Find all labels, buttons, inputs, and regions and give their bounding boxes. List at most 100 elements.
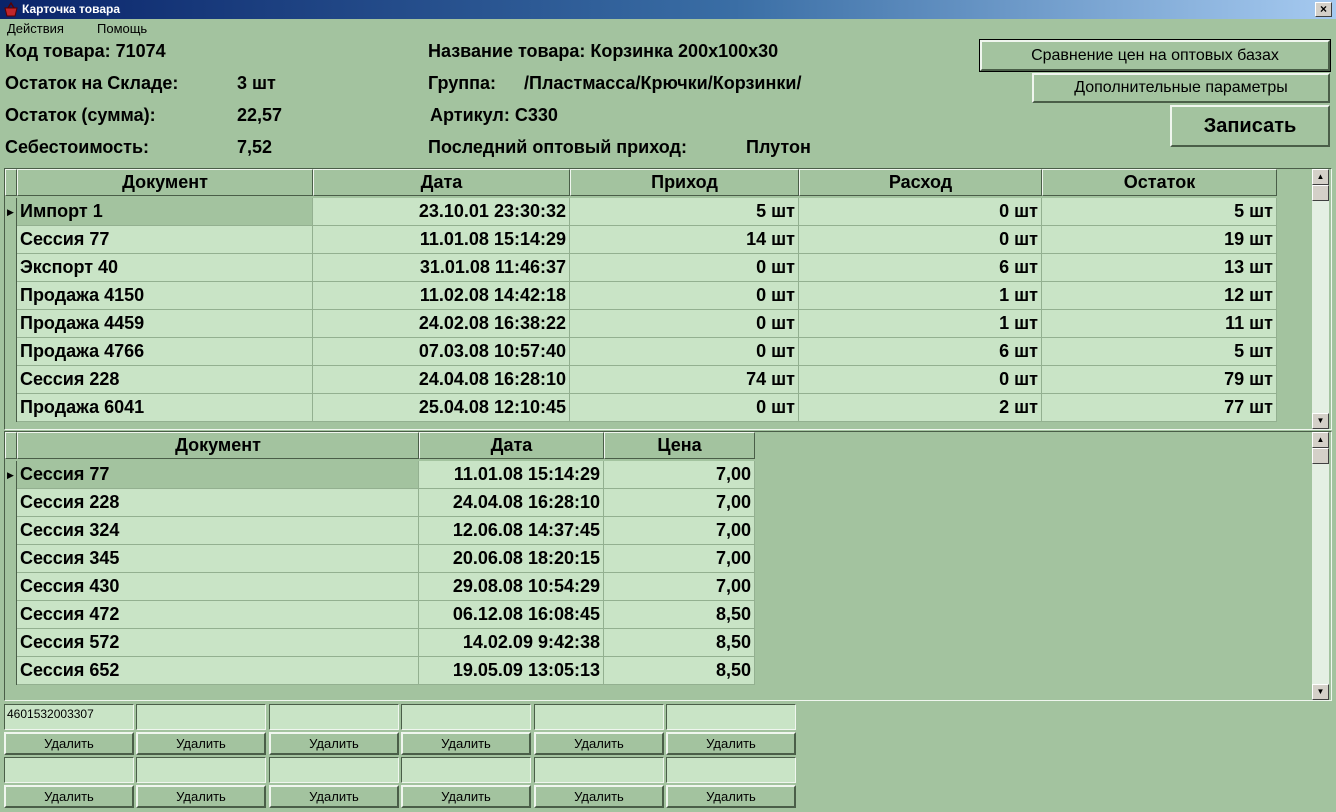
table-cell[interactable]: 79 шт: [1042, 366, 1277, 394]
barcode-field[interactable]: [401, 757, 531, 783]
table-cell[interactable]: Продажа 4150: [17, 282, 313, 310]
barcode-field[interactable]: [666, 704, 796, 730]
table-cell[interactable]: 0 шт: [799, 198, 1042, 226]
table-cell[interactable]: 0 шт: [799, 366, 1042, 394]
close-button[interactable]: ×: [1315, 2, 1332, 17]
delete-barcode-button[interactable]: Удалить: [136, 785, 266, 808]
table-cell[interactable]: Сессия 77: [17, 226, 313, 254]
table-row[interactable]: Продажа 4766 07.03.08 10:57:40 0 шт 6 шт 5 ш…: [5, 338, 1277, 366]
table-row[interactable]: Продажа 6041 25.04.08 12:10:45 0 шт 2 шт 77 …: [5, 394, 1277, 422]
table-cell[interactable]: 24.02.08 16:38:22: [313, 310, 570, 338]
table-row[interactable]: Сессия 345 20.06.08 18:20:15 7,00: [5, 545, 755, 573]
table-cell[interactable]: 6 шт: [799, 338, 1042, 366]
table-cell[interactable]: 7,00: [604, 461, 755, 489]
barcode-field[interactable]: [269, 704, 399, 730]
table-row[interactable]: ▶ Импорт 1 23.10.01 23:30:32 5 шт 0 шт 5 шт: [5, 198, 1277, 226]
table-cell[interactable]: 24.04.08 16:28:10: [419, 489, 604, 517]
table-cell[interactable]: Сессия 345: [17, 545, 419, 573]
table-row[interactable]: Продажа 4150 11.02.08 14:42:18 0 шт 1 шт 12 …: [5, 282, 1277, 310]
table-cell[interactable]: 14 шт: [570, 226, 799, 254]
compare-prices-button[interactable]: Сравнение цен на оптовых базах: [979, 39, 1331, 72]
table-cell[interactable]: Продажа 4459: [17, 310, 313, 338]
table-cell[interactable]: Сессия 430: [17, 573, 419, 601]
save-button[interactable]: Записать: [1170, 105, 1330, 147]
table-cell[interactable]: 11.01.08 15:14:29: [419, 461, 604, 489]
table-cell[interactable]: 31.01.08 11:46:37: [313, 254, 570, 282]
table-cell[interactable]: 6 шт: [799, 254, 1042, 282]
table-row[interactable]: Продажа 4459 24.02.08 16:38:22 0 шт 1 шт 11 …: [5, 310, 1277, 338]
table-cell[interactable]: 24.04.08 16:28:10: [313, 366, 570, 394]
barcode-field[interactable]: [534, 757, 664, 783]
menu-help[interactable]: Помощь: [97, 21, 147, 36]
delete-barcode-button[interactable]: Удалить: [401, 785, 531, 808]
prices-grid[interactable]: Документ Дата Цена ▶ Сессия 77 11.01.08 15:1…: [4, 431, 1332, 701]
table-cell[interactable]: 11.01.08 15:14:29: [313, 226, 570, 254]
barcode-field[interactable]: [666, 757, 796, 783]
scroll-down-icon[interactable]: ▼: [1312, 684, 1329, 700]
table-cell[interactable]: 1 шт: [799, 282, 1042, 310]
table-cell[interactable]: 74 шт: [570, 366, 799, 394]
table-cell[interactable]: 11 шт: [1042, 310, 1277, 338]
table-cell[interactable]: 29.08.08 10:54:29: [419, 573, 604, 601]
table-row[interactable]: Сессия 652 19.05.09 13:05:13 8,50: [5, 657, 755, 685]
table-cell[interactable]: 0 шт: [570, 394, 799, 422]
table-cell[interactable]: 19.05.09 13:05:13: [419, 657, 604, 685]
table-row[interactable]: Сессия 228 24.04.08 16:28:10 7,00: [5, 489, 755, 517]
table-cell[interactable]: 06.12.08 16:08:45: [419, 601, 604, 629]
table-cell[interactable]: 23.10.01 23:30:32: [313, 198, 570, 226]
table-cell[interactable]: 7,00: [604, 489, 755, 517]
table-cell[interactable]: 7,00: [604, 517, 755, 545]
column-header[interactable]: Документ: [17, 432, 419, 459]
table-cell[interactable]: Сессия 228: [17, 366, 313, 394]
table-cell[interactable]: 8,50: [604, 657, 755, 685]
column-header[interactable]: Приход: [570, 169, 799, 196]
table-cell[interactable]: 0 шт: [570, 254, 799, 282]
table-row[interactable]: Сессия 77 11.01.08 15:14:29 14 шт 0 шт 19 шт: [5, 226, 1277, 254]
barcode-field[interactable]: [401, 704, 531, 730]
table-cell[interactable]: 77 шт: [1042, 394, 1277, 422]
table-cell[interactable]: Продажа 6041: [17, 394, 313, 422]
table-cell[interactable]: 7,00: [604, 573, 755, 601]
table-row[interactable]: Сессия 324 12.06.08 14:37:45 7,00: [5, 517, 755, 545]
table-cell[interactable]: Импорт 1: [17, 198, 313, 226]
table-row[interactable]: ▶ Сессия 77 11.01.08 15:14:29 7,00: [5, 461, 755, 489]
table-cell[interactable]: 11.02.08 14:42:18: [313, 282, 570, 310]
table-cell[interactable]: 0 шт: [570, 282, 799, 310]
delete-barcode-button[interactable]: Удалить: [666, 785, 796, 808]
column-header[interactable]: Остаток: [1042, 169, 1277, 196]
table-row[interactable]: Сессия 472 06.12.08 16:08:45 8,50: [5, 601, 755, 629]
table-row[interactable]: Сессия 572 14.02.09 9:42:38 8,50: [5, 629, 755, 657]
delete-barcode-button[interactable]: Удалить: [4, 732, 134, 755]
delete-barcode-button[interactable]: Удалить: [534, 732, 664, 755]
movements-scrollbar[interactable]: ▲ ▼: [1312, 169, 1329, 429]
scroll-thumb[interactable]: [1312, 185, 1329, 201]
delete-barcode-button[interactable]: Удалить: [269, 732, 399, 755]
movements-grid[interactable]: Документ Дата Приход Расход Остаток ▶ Импорт …: [4, 168, 1332, 430]
delete-barcode-button[interactable]: Удалить: [4, 785, 134, 808]
table-cell[interactable]: 5 шт: [1042, 198, 1277, 226]
table-cell[interactable]: 0 шт: [799, 226, 1042, 254]
column-header[interactable]: Дата: [419, 432, 604, 459]
scroll-thumb[interactable]: [1312, 448, 1329, 464]
table-cell[interactable]: Сессия 572: [17, 629, 419, 657]
table-cell[interactable]: 5 шт: [570, 198, 799, 226]
table-cell[interactable]: Сессия 324: [17, 517, 419, 545]
table-cell[interactable]: 07.03.08 10:57:40: [313, 338, 570, 366]
table-cell[interactable]: 0 шт: [570, 338, 799, 366]
delete-barcode-button[interactable]: Удалить: [666, 732, 796, 755]
table-cell[interactable]: 1 шт: [799, 310, 1042, 338]
column-header[interactable]: Цена: [604, 432, 755, 459]
column-header[interactable]: Расход: [799, 169, 1042, 196]
table-cell[interactable]: 7,00: [604, 545, 755, 573]
prices-scrollbar[interactable]: ▲ ▼: [1312, 432, 1329, 700]
extra-params-button[interactable]: Дополнительные параметры: [1032, 73, 1330, 103]
delete-barcode-button[interactable]: Удалить: [136, 732, 266, 755]
scroll-up-icon[interactable]: ▲: [1312, 169, 1329, 185]
table-cell[interactable]: Сессия 472: [17, 601, 419, 629]
table-cell[interactable]: Сессия 228: [17, 489, 419, 517]
table-cell[interactable]: Продажа 4766: [17, 338, 313, 366]
column-header[interactable]: Дата: [313, 169, 570, 196]
barcode-field[interactable]: [136, 704, 266, 730]
table-row[interactable]: Экспорт 40 31.01.08 11:46:37 0 шт 6 шт 13 шт: [5, 254, 1277, 282]
barcode-field[interactable]: [136, 757, 266, 783]
